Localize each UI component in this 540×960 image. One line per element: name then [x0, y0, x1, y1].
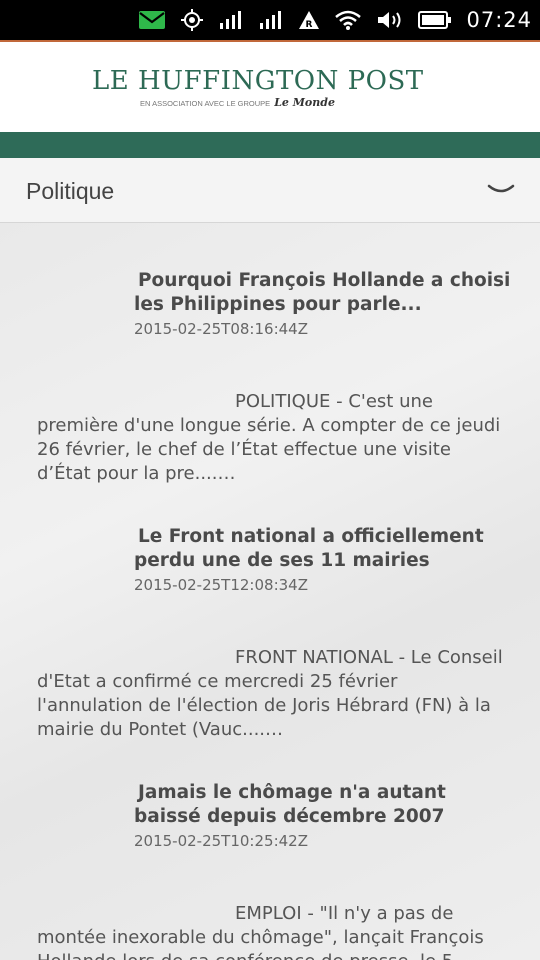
article-title[interactable]: Jamais le chômage n'a autant baissé depu…	[134, 781, 514, 829]
signal-icon	[258, 8, 284, 32]
battery-icon	[418, 8, 452, 32]
article-date: 2015-02-25T12:08:34Z	[134, 576, 308, 594]
article-list[interactable]: Pourquoi François Hollande a choisi les …	[0, 223, 540, 960]
data-roaming-icon: R	[298, 8, 320, 32]
article-excerpt[interactable]: EMPLOI - "Il n'y a pas de montée inexora…	[37, 902, 507, 960]
email-icon	[138, 8, 166, 32]
article-date: 2015-02-25T08:16:44Z	[134, 320, 308, 338]
logo-title[interactable]: LE HUFFINGTON POST	[92, 66, 424, 96]
svg-text:R: R	[306, 20, 313, 30]
status-bar: R 07:24	[0, 0, 540, 40]
chevron-down-icon[interactable]	[486, 180, 516, 200]
brand-bar	[0, 132, 540, 158]
app-header: LE HUFFINGTON POST EN ASSOCIATION AVEC L…	[0, 42, 540, 132]
wifi-icon	[334, 8, 362, 32]
article-title[interactable]: Pourquoi François Hollande a choisi les …	[134, 269, 514, 317]
article-excerpt[interactable]: FRONT NATIONAL - Le Conseil d'Etat a con…	[37, 646, 507, 742]
logo-partner: Le Monde	[274, 96, 335, 109]
status-time: 07:24	[466, 8, 532, 32]
location-icon	[180, 8, 204, 32]
article-excerpt[interactable]: POLITIQUE - C'est une première d'une lon…	[37, 390, 507, 486]
logo-subtitle-text: EN ASSOCIATION AVEC LE GROUPE	[140, 99, 271, 108]
article-title[interactable]: Le Front national a officiellement perdu…	[134, 525, 514, 573]
article-date: 2015-02-25T10:25:42Z	[134, 832, 308, 850]
logo-subtitle: EN ASSOCIATION AVEC LE GROUPE Le Monde	[140, 96, 335, 109]
category-selector[interactable]: Politique	[0, 158, 540, 223]
volume-icon	[376, 8, 404, 32]
signal-icon	[218, 8, 244, 32]
category-label: Politique	[26, 178, 115, 204]
